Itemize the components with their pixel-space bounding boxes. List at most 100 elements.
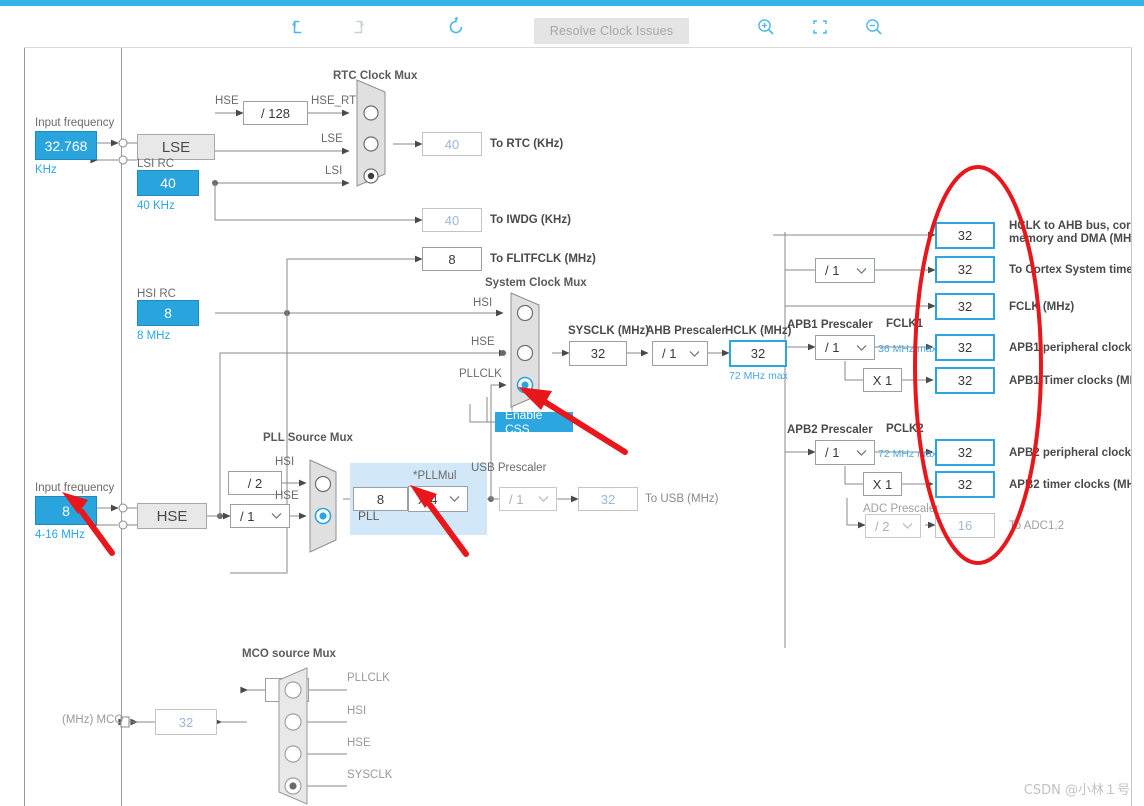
- fclk1-label: FCLK1: [886, 318, 924, 330]
- output-value-4[interactable]: 32: [935, 367, 995, 394]
- hclk-value[interactable]: 32: [729, 340, 787, 367]
- pllmul-label: *PLLMul: [413, 470, 457, 482]
- rtc-hse-divider-box: / 128: [243, 101, 308, 125]
- sysclk-value: 32: [569, 341, 627, 366]
- pll-source-input-label-0: HSI: [275, 456, 295, 468]
- clock-tree-canvas: Input frequency 32.768 KHz LSE LSI RC 40…: [24, 48, 1132, 806]
- output-value-6[interactable]: 32: [935, 471, 995, 498]
- system-clock-mux-shape[interactable]: [509, 291, 555, 409]
- zoom-in-icon: [758, 19, 774, 35]
- output-value-1[interactable]: 32: [935, 256, 995, 283]
- sysclk-label: SYSCLK (MHz): [568, 325, 650, 337]
- cortex-prescaler-select[interactable]: / 1: [815, 258, 875, 283]
- chevron-down-icon: [449, 496, 460, 503]
- chevron-down-icon: [902, 523, 913, 530]
- to-iwdg-value: 40: [422, 208, 482, 232]
- mco-input-label-0: PLLCLK: [347, 672, 390, 684]
- usb-prescaler-value: / 1: [509, 491, 524, 507]
- rtc-mux-input-label-1: LSE: [321, 133, 343, 145]
- system-clock-mux-input-label-0: HSI: [473, 297, 493, 309]
- output-value-3[interactable]: 32: [935, 334, 995, 361]
- ahb-prescaler-select[interactable]: / 1: [652, 341, 708, 366]
- lse-unit-label: KHz: [35, 164, 57, 176]
- enable-css-toggle[interactable]: Enable CSS: [495, 408, 573, 436]
- lse-oscillator-block[interactable]: LSE: [137, 134, 215, 160]
- hse-input-frequency-field[interactable]: 8: [35, 496, 97, 525]
- wire-layer: [90, 109, 936, 790]
- pll-source-mux-shape[interactable]: [308, 458, 350, 554]
- output-label-6: APB2 timer clocks (MHz): [1009, 479, 1132, 491]
- system-clock-mux-input-label-2: PLLCLK: [459, 368, 502, 380]
- usb-prescaler-label: USB Prescaler: [471, 462, 547, 474]
- undo-icon: [292, 20, 302, 34]
- to-flitfclk-value: 8: [422, 247, 482, 271]
- apb1-prescaler-select[interactable]: / 1: [815, 335, 875, 360]
- lse-input-frequency-field[interactable]: 32.768: [35, 131, 97, 160]
- output-label-7: To ADC1,2: [1009, 520, 1064, 532]
- chevron-down-icon: [856, 267, 867, 274]
- mco-input-label-2: HSE: [347, 737, 371, 749]
- pll-block-label: PLL: [358, 509, 380, 523]
- pclk2-label: PCLK2: [886, 423, 924, 435]
- usb-prescaler-select[interactable]: / 1: [499, 487, 557, 511]
- pll-source-input-label-1: HSE: [275, 490, 299, 502]
- rtc-hse-input-label: HSE: [215, 95, 239, 107]
- zoom-out-icon: [866, 19, 882, 35]
- pll-input-value: 8: [353, 487, 408, 511]
- watermark: CSDN @小林１号: [1023, 783, 1130, 798]
- apb1-prescaler-value: / 1: [825, 340, 840, 355]
- apb2-prescaler-select[interactable]: / 1: [815, 440, 875, 465]
- hsi-rc-field[interactable]: 8: [137, 300, 199, 326]
- hse-input-frequency-label: Input frequency: [35, 482, 115, 494]
- hse-divider-value: / 1: [240, 508, 255, 524]
- to-rtc-value: 40: [422, 132, 482, 156]
- zoom-out-button[interactable]: [860, 14, 888, 40]
- system-clock-mux-input-label-1: HSE: [471, 336, 495, 348]
- chevron-down-icon: [538, 496, 549, 503]
- lse-input-frequency-label: Input frequency: [35, 117, 115, 129]
- rtc-clock-mux-shape[interactable]: [355, 78, 401, 188]
- output-value-0[interactable]: 32: [935, 222, 995, 249]
- cortex-prescaler-value: / 1: [825, 263, 840, 278]
- mco-source-mux-title: MCO source Mux: [242, 648, 336, 660]
- output-label-1: To Cortex System timer (MHz): [1009, 264, 1131, 276]
- mco-source-mux-shape[interactable]: [269, 666, 315, 806]
- fit-to-screen-button[interactable]: [806, 14, 834, 40]
- output-label-3: APB1 peripheral clocks (MHz): [1009, 342, 1132, 354]
- undo-button[interactable]: [284, 14, 312, 40]
- adc-prescaler-value: / 2: [875, 518, 890, 534]
- to-usb-label: To USB (MHz): [645, 493, 719, 505]
- reset-icon: [449, 16, 463, 34]
- pllmul-select[interactable]: X 4: [408, 486, 468, 512]
- lsi-rc-sub-label: 40 KHz: [137, 200, 175, 212]
- reset-button[interactable]: [442, 14, 470, 40]
- fit-to-screen-icon: [813, 20, 827, 34]
- output-label-5: APB2 peripheral clocks (MHz): [1009, 447, 1132, 459]
- hse-range-label: 4-16 MHz: [35, 529, 85, 541]
- output-value-5[interactable]: 32: [935, 439, 995, 466]
- system-clock-mux-title: System Clock Mux: [485, 277, 587, 289]
- chip-boundary-line: [121, 48, 122, 806]
- mco-input-label-1: HSI: [347, 705, 367, 717]
- to-flitfclk-label: To FLITFCLK (MHz): [490, 253, 596, 265]
- mco-output-value: 32: [155, 709, 217, 735]
- output-value-2[interactable]: 32: [935, 293, 995, 320]
- apb1-max-label: 36 MHz max: [878, 343, 937, 355]
- apb2-timer-multiplier: X 1: [863, 472, 902, 496]
- chevron-down-icon: [689, 350, 700, 357]
- output-label-0: HCLK to AHB bus, core, memory and DMA (M…: [1009, 220, 1132, 245]
- redo-button[interactable]: [344, 14, 372, 40]
- adc-prescaler-select[interactable]: / 2: [865, 514, 921, 538]
- lsi-rc-field[interactable]: 40: [137, 170, 199, 196]
- pll-hsi-divider-box: / 2: [228, 471, 282, 495]
- chevron-down-icon: [271, 513, 282, 520]
- zoom-in-button[interactable]: [752, 14, 780, 40]
- hse-oscillator-block[interactable]: HSE: [137, 503, 207, 529]
- hclk-label: HCLK (MHz): [725, 325, 792, 337]
- hse-divider-select[interactable]: / 1: [230, 504, 290, 528]
- to-rtc-label: To RTC (KHz): [490, 138, 564, 150]
- mco-output-label: (MHz) MCO: [62, 714, 124, 726]
- chevron-down-icon: [856, 449, 867, 456]
- hclk-max-label: 72 MHz max: [729, 370, 788, 382]
- resolve-clock-issues-button[interactable]: Resolve Clock Issues: [534, 18, 689, 44]
